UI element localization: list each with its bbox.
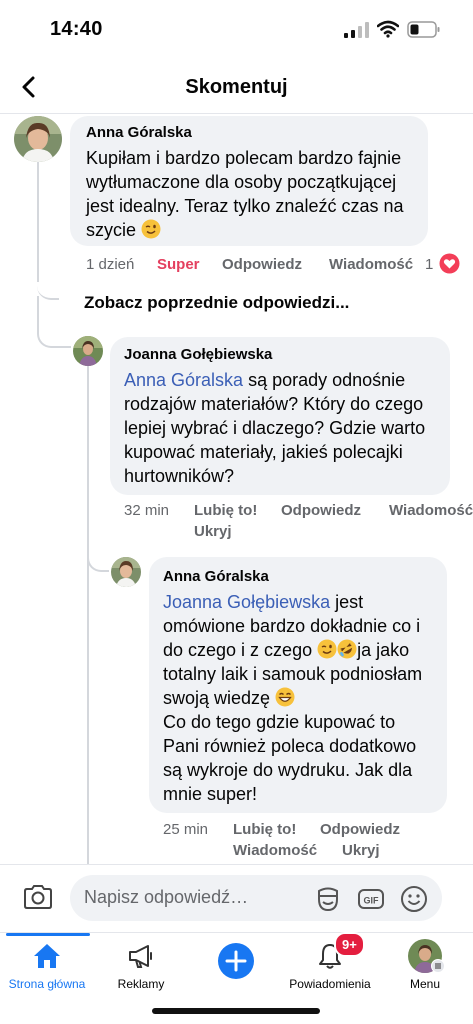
comment-text-line: do czego i z czego ja jako xyxy=(163,638,409,662)
tab-menu-label: Menu xyxy=(409,977,441,991)
comment-text-line: Pani również poleca dodatkowo xyxy=(163,736,417,756)
active-tab-indicator xyxy=(6,933,90,936)
comment-text-line: Co do tego gdzie kupować to xyxy=(163,712,396,732)
comment-author[interactable]: Joanna Gołębiewska xyxy=(124,346,272,363)
reply-button[interactable]: Odpowiedz xyxy=(320,821,400,838)
tab-home[interactable]: Strona główna xyxy=(0,933,94,1003)
gif-label: GIF xyxy=(364,896,380,906)
menu-badge-icon xyxy=(431,959,445,973)
status-time: 14:40 xyxy=(50,18,103,40)
tab-ads-label: Reklamy xyxy=(117,977,165,991)
home-icon xyxy=(34,944,60,968)
wifi-icon xyxy=(377,20,399,38)
tab-home-label: Strona główna xyxy=(8,977,86,991)
comment-text-line: omówione bardzo dokładnie co i xyxy=(163,616,421,636)
comment-time: 1 dzień xyxy=(86,256,135,273)
comment-text-line: hurtowników? xyxy=(124,466,235,486)
wink-emoji-icon xyxy=(317,639,337,659)
message-button[interactable]: Wiadomość xyxy=(233,842,317,859)
avatar-joanna[interactable] xyxy=(73,336,103,366)
gif-icon[interactable]: GIF xyxy=(357,885,385,913)
grinning-emoji-icon xyxy=(275,687,295,707)
comment-text-line: kupować materiały, jakieś polecajki xyxy=(124,442,403,462)
comment-text: swoją wiedzę xyxy=(163,688,271,708)
tab-menu[interactable]: Menu xyxy=(378,933,472,1003)
thread-connector-reply1 xyxy=(37,296,71,348)
comment-text-line: totalny laik i samouk podniosłam xyxy=(163,664,423,684)
comment-text: do czego i z czego xyxy=(163,640,313,660)
thread-line-main xyxy=(37,162,39,282)
avatar-sticker-icon[interactable] xyxy=(314,885,342,913)
comment-text-line: szycie xyxy=(86,218,161,242)
see-previous-replies[interactable]: Zobacz poprzednie odpowiedzi... xyxy=(84,293,349,313)
tab-notifications-label: Powiadomienia xyxy=(289,977,371,991)
emoji-icon[interactable] xyxy=(400,885,428,913)
rolling-laughing-emoji-icon xyxy=(337,639,357,659)
comment-text-line: rodzajów materiałów? Który do czego xyxy=(124,394,424,414)
megaphone-icon xyxy=(129,945,152,968)
comment-text-line: Kupiłam i bardzo polecam bardzo fajnie xyxy=(86,148,402,168)
page-header: Skomentuj xyxy=(0,62,473,114)
comment-text-line: jest idealny. Teraz tylko znaleźć czas n… xyxy=(86,196,404,216)
reply-button[interactable]: Odpowiedz xyxy=(222,256,302,273)
reaction-button[interactable]: Super xyxy=(157,256,200,273)
comment-author[interactable]: Anna Góralska xyxy=(86,124,192,141)
reply-input[interactable]: Napisz odpowiedź… GIF xyxy=(70,875,442,921)
reply-compose-bar: Napisz odpowiedź… GIF xyxy=(0,864,473,932)
reaction-count[interactable]: 1 xyxy=(425,256,433,273)
battery-icon xyxy=(407,21,440,38)
reply-input-placeholder: Napisz odpowiedź… xyxy=(84,887,249,907)
reply-button[interactable]: Odpowiedz xyxy=(281,502,361,519)
comment-text: szycie xyxy=(86,220,137,240)
cellular-signal-icon xyxy=(344,22,369,38)
status-bar: 14:40 xyxy=(0,0,473,60)
comment-text-line: swoją wiedzę xyxy=(163,686,295,710)
comment-text: jest xyxy=(330,592,364,612)
comment-text: ja jako xyxy=(357,640,410,660)
wink-emoji-icon xyxy=(141,219,161,239)
heart-reaction-icon xyxy=(439,253,460,274)
home-indicator xyxy=(152,1008,320,1014)
comment-text-line: lepiej wybrać i dlaczego? Gdzie warto xyxy=(124,418,426,438)
comment-text-line: Joanna Gołębiewska jest xyxy=(163,590,363,614)
avatar-anna-reply[interactable] xyxy=(111,557,141,587)
comment-time: 32 min xyxy=(124,502,170,519)
comment-text-line: wytłumaczone dla osoby początkującej xyxy=(86,172,397,192)
mention-link[interactable]: Anna Góralska xyxy=(124,370,243,390)
comment-text-line: są wykroje do wydruku. Jak dla xyxy=(163,760,413,780)
thread-connector-reply2 xyxy=(87,530,109,572)
comment-author[interactable]: Anna Góralska xyxy=(163,568,269,585)
like-button[interactable]: Lubię to! xyxy=(233,821,296,838)
page-title: Skomentuj xyxy=(185,76,288,98)
thread-line-reply xyxy=(87,366,89,866)
tab-create[interactable] xyxy=(189,933,283,1003)
comment-text-line: mnie super! xyxy=(163,784,258,804)
camera-icon[interactable] xyxy=(22,882,54,912)
hide-button[interactable]: Ukryj xyxy=(194,523,232,540)
comment-time: 25 min xyxy=(163,821,209,838)
avatar-anna[interactable] xyxy=(14,116,62,162)
comment-text-line: Anna Góralska są porady odnośnie xyxy=(124,368,405,392)
message-button[interactable]: Wiadomość xyxy=(389,502,473,519)
notification-badge: 9+ xyxy=(334,932,365,957)
hide-button[interactable]: Ukryj xyxy=(342,842,380,859)
tab-ads[interactable]: Reklamy xyxy=(94,933,188,1003)
mention-link[interactable]: Joanna Gołębiewska xyxy=(163,592,330,612)
message-button[interactable]: Wiadomość xyxy=(329,256,413,273)
comment-text: są porady odnośnie xyxy=(243,370,406,390)
plus-circle-icon xyxy=(218,943,254,979)
like-button[interactable]: Lubię to! xyxy=(194,502,257,519)
